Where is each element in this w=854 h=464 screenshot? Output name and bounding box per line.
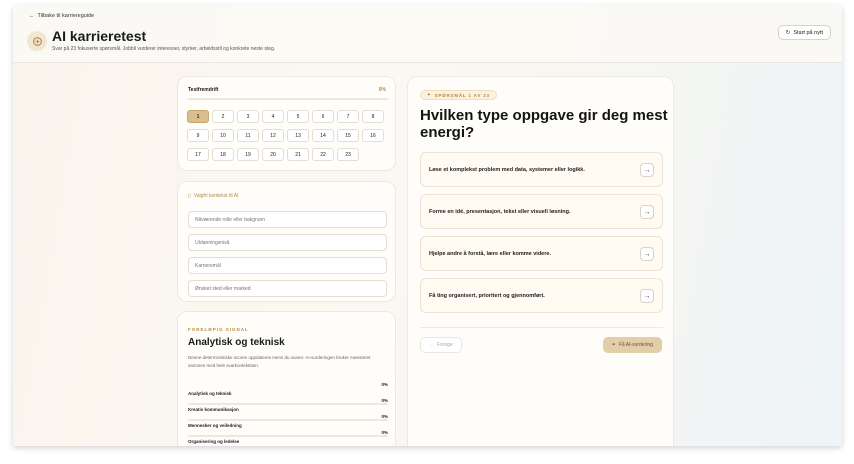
question-number-button[interactable]: 2 [212, 110, 234, 123]
page-subtitle: Svar på 23 fokuserte spørsmål. Jobbli vu… [52, 46, 276, 52]
question-navigator: 1 2 3 4 5 6 7 8 9 10 11 12 13 14 15 16 17 18 19 20 21 22 23 [187, 110, 384, 161]
question-number-button[interactable]: 11 [237, 129, 259, 142]
refresh-icon: ↻ [785, 29, 791, 36]
arrow-left-icon: ← [429, 342, 434, 348]
score-name: Organisering og ledelse [188, 439, 240, 444]
sparkle-icon: ✦ [427, 92, 432, 97]
divider [420, 327, 663, 328]
score-name: Kreativ kommunikasjon [188, 407, 239, 412]
question-number-button[interactable]: 18 [212, 148, 234, 161]
question-badge-label: SPØRSMÅL 1 AV 23 [434, 92, 490, 98]
ai-assessment-button-label: Få AI-vurdering [618, 342, 653, 348]
document-icon: ▯ [188, 193, 191, 199]
question-number-button[interactable]: 7 [337, 110, 359, 123]
score-value: 0% [381, 382, 388, 387]
answer-option-label: Løse et komplekst problem med data, syst… [429, 166, 585, 173]
question-number-button[interactable]: 10 [212, 129, 234, 142]
question-number-button[interactable]: 16 [362, 129, 384, 142]
question-number-button[interactable]: 19 [237, 148, 259, 161]
question-badge: ✦ SPØRSMÅL 1 AV 23 [420, 90, 497, 100]
question-number-button[interactable]: 17 [187, 148, 209, 161]
signal-kicker: FORELØPIG SIGNAL [188, 327, 249, 332]
education-field[interactable] [188, 234, 387, 251]
question-number-button[interactable]: 4 [262, 110, 284, 123]
progress-card: Testfremdrift 0% 1 2 3 4 5 6 7 8 9 10 11 12 13 14 15 16… [177, 76, 396, 171]
previous-button-label: Forrige [437, 342, 453, 348]
answer-option-label: Forme en idé, presentasjon, tekst eller … [429, 208, 571, 215]
progress-percent: 0% [378, 87, 386, 93]
question-number-button[interactable]: 3 [237, 110, 259, 123]
question-number-button[interactable]: 23 [337, 148, 359, 161]
question-card: ✦ SPØRSMÅL 1 AV 23 Hvilken type oppgave … [407, 76, 674, 446]
context-card: ▯ Valgfri kontekst til AI [177, 181, 396, 302]
restart-button-label: Start på nytt [793, 29, 823, 36]
question-number-button[interactable]: 9 [187, 129, 209, 142]
question-number-button[interactable]: 14 [312, 129, 334, 142]
location-field[interactable] [188, 280, 387, 297]
arrow-right-icon: → [640, 205, 654, 219]
question-number-button[interactable]: 1 [187, 110, 209, 123]
question-number-button[interactable]: 12 [262, 129, 284, 142]
progress-bar [188, 98, 388, 100]
question-number-button[interactable]: 21 [287, 148, 309, 161]
signal-card: FORELØPIG SIGNAL Analytisk og teknisk De… [177, 311, 396, 446]
answer-option-label: Hjelpe andre å forstå, lære eller komme … [429, 250, 551, 257]
career-goal-field[interactable] [188, 257, 387, 274]
back-link-label: Tilbake til karriereguide [37, 13, 95, 19]
signal-description: Denne deterministiske scoren oppdateres … [188, 355, 371, 368]
current-role-field[interactable] [188, 211, 387, 228]
arrow-left-icon: ← [29, 13, 35, 19]
back-link[interactable]: ← Tilbake til karriereguide [29, 13, 94, 19]
brain-icon [27, 31, 47, 51]
score-name: Analytisk og teknisk [188, 391, 232, 396]
context-heading-label: Valgfri kontekst til AI [193, 193, 239, 199]
previous-button[interactable]: ← Forrige [420, 337, 462, 353]
arrow-right-icon: → [640, 163, 654, 177]
ai-assessment-button[interactable]: ⚭ Få AI-vurdering [602, 337, 662, 353]
question-number-button[interactable]: 20 [262, 148, 284, 161]
question-number-button[interactable]: 6 [312, 110, 334, 123]
question-number-button[interactable]: 13 [287, 129, 309, 142]
answer-option-label: Få ting organisert, prioritert og gjenno… [429, 292, 545, 299]
answer-option[interactable]: Få ting organisert, prioritert og gjenno… [420, 278, 663, 313]
question-number-button[interactable]: 8 [362, 110, 384, 123]
answer-option[interactable]: Hjelpe andre å forstå, lære eller komme … [420, 236, 663, 271]
question-number-button[interactable]: 5 [287, 110, 309, 123]
score-name: Mennesker og veiledning [188, 423, 242, 428]
score-row: Organisering og ledelse 0% [188, 430, 388, 446]
context-heading: ▯ Valgfri kontekst til AI [188, 193, 238, 199]
answer-option[interactable]: Løse et komplekst problem med data, syst… [420, 152, 663, 187]
answer-option[interactable]: Forme en idé, presentasjon, tekst eller … [420, 194, 663, 229]
page-header: ← Tilbake til karriereguide AI karrieret… [13, 5, 842, 63]
page-title: AI karrieretest [52, 28, 147, 44]
restart-button[interactable]: ↻ Start på nytt [777, 25, 831, 40]
signal-title: Analytisk og teknisk [188, 337, 285, 348]
score-value: 0% [381, 414, 388, 419]
link-icon: ⚭ [611, 342, 616, 348]
question-number-button[interactable]: 15 [337, 129, 359, 142]
arrow-right-icon: → [640, 247, 654, 261]
progress-label: Testfremdrift [188, 87, 219, 93]
score-value: 0% [381, 430, 388, 435]
app-window: ← Tilbake til karriereguide AI karrieret… [13, 5, 842, 446]
question-number-button[interactable]: 22 [312, 148, 334, 161]
question-title: Hvilken type oppgave gir deg mest energi… [420, 107, 668, 141]
arrow-right-icon: → [640, 289, 654, 303]
score-value: 0% [381, 398, 388, 403]
